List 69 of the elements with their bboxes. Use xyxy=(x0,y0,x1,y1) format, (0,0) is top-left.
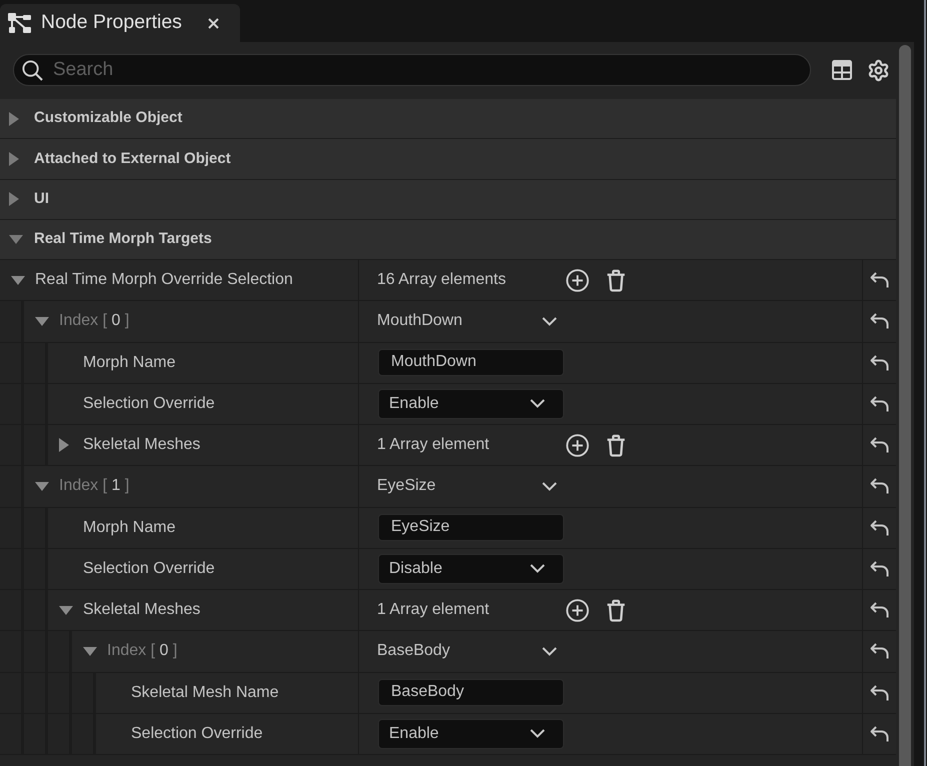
index-label: Index [ 1 ] xyxy=(59,476,130,496)
trash-icon[interactable] xyxy=(606,268,626,292)
panel-tab[interactable]: Node Properties xyxy=(0,4,240,42)
property-name: Selection Override xyxy=(83,394,215,414)
property-name: Selection Override xyxy=(83,558,215,579)
triangle-down-icon[interactable] xyxy=(35,482,49,491)
table-icon[interactable] xyxy=(832,60,852,80)
chevron-down-icon xyxy=(542,646,557,656)
triangle-down-icon[interactable] xyxy=(59,606,73,615)
reset-arrow-icon[interactable] xyxy=(870,560,889,577)
property-name: Skeletal Meshes xyxy=(83,600,200,620)
trash-icon[interactable] xyxy=(606,598,626,622)
triangle-right-icon[interactable] xyxy=(59,438,69,452)
property-name: Morph Name xyxy=(83,352,176,373)
triangle-down-icon[interactable] xyxy=(35,316,49,326)
reset-arrow-icon[interactable] xyxy=(870,272,889,288)
property-name: Morph Name xyxy=(83,518,176,538)
reset-arrow-icon[interactable] xyxy=(870,726,889,742)
property-name: Skeletal Meshes xyxy=(83,435,200,456)
add-circle-icon[interactable] xyxy=(566,268,589,292)
reset-arrow-icon[interactable] xyxy=(870,520,889,536)
settings-icon[interactable] xyxy=(867,58,890,82)
triangle-down-icon[interactable] xyxy=(83,646,97,656)
category-header[interactable]: Real Time Morph Targets xyxy=(0,220,896,260)
reset-arrow-icon[interactable] xyxy=(870,478,889,494)
close-icon[interactable] xyxy=(208,18,219,28)
index-label: Index [ 0 ] xyxy=(107,641,178,662)
add-circle-icon[interactable] xyxy=(566,434,589,457)
triangle-down-icon[interactable] xyxy=(11,276,25,285)
property-name: Selection Override xyxy=(131,724,263,744)
category-header[interactable]: Attached to External Object xyxy=(0,139,896,180)
category-header[interactable]: Customizable Object xyxy=(0,99,896,140)
reset-arrow-icon[interactable] xyxy=(870,437,889,454)
text-field[interactable]: BaseBody xyxy=(378,679,564,706)
property-name: Real Time Morph Override Selection xyxy=(35,270,293,290)
triangle-right-icon[interactable] xyxy=(9,112,19,126)
trash-icon[interactable] xyxy=(606,434,626,457)
reset-arrow-icon[interactable] xyxy=(870,602,889,618)
array-count: 16 Array elements xyxy=(377,270,507,290)
element-dropdown[interactable]: EyeSize xyxy=(377,474,557,498)
chevron-down-icon xyxy=(542,316,557,326)
triangle-right-icon[interactable] xyxy=(9,152,19,166)
chevron-down-icon xyxy=(542,482,557,491)
category-header[interactable]: UI xyxy=(0,180,896,220)
text-field[interactable]: MouthDown xyxy=(378,349,564,376)
reset-arrow-icon[interactable] xyxy=(870,684,889,701)
text-field[interactable]: EyeSize xyxy=(378,514,564,542)
reset-arrow-icon[interactable] xyxy=(870,313,889,330)
chevron-down-icon xyxy=(530,399,545,408)
reset-arrow-icon[interactable] xyxy=(870,643,889,660)
index-label: Index [ 0 ] xyxy=(59,311,130,332)
scrollbar-thumb[interactable] xyxy=(899,45,911,766)
dropdown[interactable]: Enable xyxy=(378,388,564,419)
property-name: Skeletal Mesh Name xyxy=(131,682,279,703)
triangle-right-icon[interactable] xyxy=(9,192,19,206)
array-count: 1 Array element xyxy=(377,600,490,620)
element-dropdown[interactable]: MouthDown xyxy=(377,309,557,334)
chevron-down-icon xyxy=(530,564,545,574)
triangle-down-icon[interactable] xyxy=(9,234,23,244)
reset-arrow-icon[interactable] xyxy=(870,396,889,412)
dropdown[interactable]: Enable xyxy=(378,718,564,749)
dropdown[interactable]: Disable xyxy=(378,554,564,584)
array-count: 1 Array element xyxy=(377,435,490,456)
element-dropdown[interactable]: BaseBody xyxy=(377,639,557,664)
node-graph-icon xyxy=(8,12,31,34)
search-icon xyxy=(22,60,43,80)
chevron-down-icon xyxy=(530,729,545,738)
add-circle-icon[interactable] xyxy=(566,598,589,622)
reset-arrow-icon[interactable] xyxy=(870,354,889,371)
